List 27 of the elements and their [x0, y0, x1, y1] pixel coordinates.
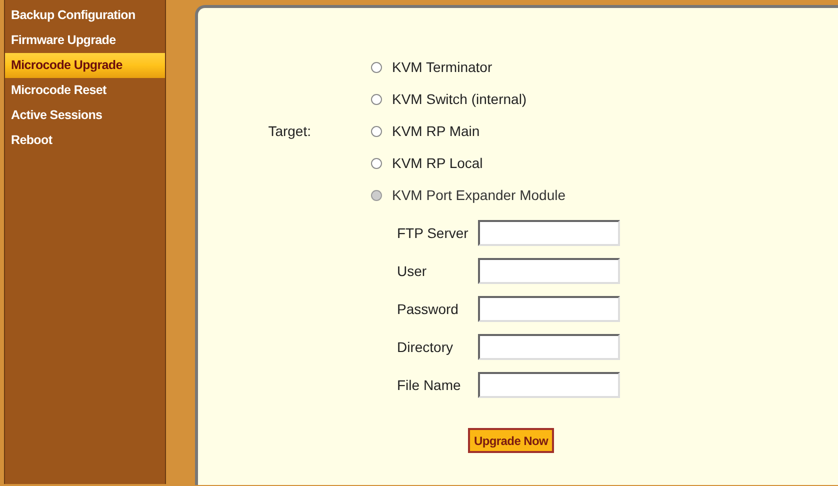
- field-label: Password: [397, 300, 460, 318]
- field-label: FTP Server: [397, 224, 470, 242]
- radio-label: KVM Port Expander Module: [392, 186, 566, 205]
- sidebar-item[interactable]: Reboot: [5, 128, 165, 153]
- input-field[interactable]: [478, 334, 620, 360]
- radio-label: KVM Switch (internal): [392, 90, 527, 109]
- sidebar-item[interactable]: Microcode Upgrade: [5, 53, 165, 78]
- radio-button[interactable]: [371, 94, 382, 104]
- sidebar-item[interactable]: Firmware Upgrade: [5, 28, 165, 53]
- radio-button[interactable]: [371, 158, 382, 168]
- radio-button[interactable]: [371, 62, 382, 72]
- radio-label: KVM Terminator: [392, 58, 492, 76]
- input-field[interactable]: [478, 372, 620, 398]
- input-field[interactable]: [478, 220, 620, 246]
- radio-label: KVM RP Main: [392, 122, 480, 140]
- input-field[interactable]: [478, 296, 620, 322]
- target-label: Target:: [268, 122, 311, 141]
- upgrade-now-button[interactable]: Upgrade Now: [468, 428, 554, 453]
- sidebar-item[interactable]: Active Sessions: [5, 103, 165, 128]
- input-field[interactable]: [478, 258, 620, 284]
- sidebar-item[interactable]: Microcode Reset: [5, 78, 165, 103]
- field-label: Directory: [397, 338, 454, 357]
- radio-label: KVM RP Local: [392, 154, 483, 172]
- field-label: User: [397, 262, 428, 280]
- radio-button[interactable]: [371, 126, 382, 136]
- field-label: File Name: [397, 376, 462, 394]
- sidebar-item[interactable]: Backup Configuration: [5, 3, 165, 28]
